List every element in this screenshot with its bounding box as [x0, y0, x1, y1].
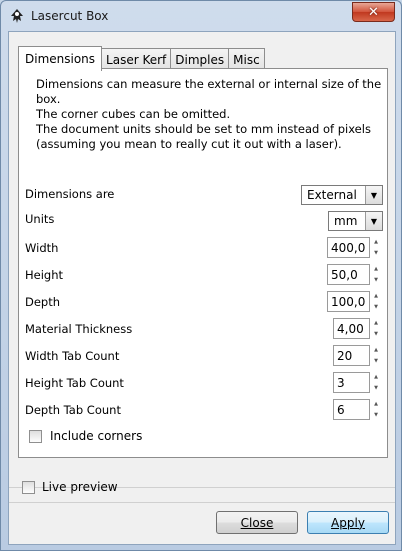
material-thickness-label: Material Thickness	[25, 322, 133, 336]
material-thickness-spin-buttons: ▲ ▼	[371, 318, 381, 339]
title-bar[interactable]: Lasercut Box ✕	[1, 1, 401, 31]
depth-input[interactable]: 100,0	[327, 291, 370, 312]
depth-spin-buttons: ▲ ▼	[371, 291, 381, 312]
dialog-client-area: Dimensions Laser Kerf Dimples Misc Dimen…	[8, 31, 396, 545]
description-line: The document units should be set to mm i…	[36, 122, 371, 136]
units-value: mm	[334, 214, 358, 228]
close-button-label: Close	[240, 515, 274, 530]
height-input[interactable]: 50,0	[327, 264, 370, 285]
dialog-window: Lasercut Box ✕ Dimensions Laser Kerf Dim…	[0, 0, 402, 551]
height-tab-count-spinbox: 3 ▲ ▼	[333, 372, 381, 393]
width-tab-count-spin-buttons: ▲ ▼	[371, 345, 381, 366]
close-window-button[interactable]: ✕	[352, 2, 395, 22]
dimensions-panel: Dimensions can measure the external or i…	[18, 68, 388, 458]
description-line: Dimensions can measure the external or i…	[36, 77, 382, 106]
tab-dimples[interactable]: Dimples	[170, 48, 230, 70]
close-button[interactable]: Close	[216, 511, 298, 534]
window-title: Lasercut Box	[31, 9, 109, 23]
width-tab-count-input[interactable]: 20	[333, 345, 370, 366]
apply-button[interactable]: Apply	[307, 511, 389, 534]
tab-dimensions[interactable]: Dimensions	[18, 46, 103, 71]
width-tab-count-label: Width Tab Count	[25, 349, 120, 363]
dropdown-arrow-icon: ▼	[365, 212, 382, 230]
spin-down-icon[interactable]: ▼	[371, 248, 381, 259]
width-input[interactable]: 400,0	[327, 237, 370, 258]
divider	[9, 502, 395, 503]
depth-tab-count-spinbox: 6 ▲ ▼	[333, 399, 381, 420]
description-line: The corner cubes can be omitted.	[36, 107, 231, 121]
spin-up-icon[interactable]: ▲	[371, 264, 381, 275]
spin-up-icon[interactable]: ▲	[371, 399, 381, 410]
width-spinbox: 400,0 ▲ ▼	[327, 237, 381, 258]
spin-down-icon[interactable]: ▼	[371, 302, 381, 313]
height-label: Height	[25, 268, 64, 282]
width-tab-count-spinbox: 20 ▲ ▼	[333, 345, 381, 366]
dimensions-are-value: External	[307, 188, 357, 202]
live-preview-label[interactable]: Live preview	[42, 480, 118, 494]
depth-spinbox: 100,0 ▲ ▼	[327, 291, 381, 312]
dimensions-are-select[interactable]: External ▼	[301, 185, 383, 205]
spin-up-icon[interactable]: ▲	[371, 291, 381, 302]
depth-tab-count-spin-buttons: ▲ ▼	[371, 399, 381, 420]
spin-down-icon[interactable]: ▼	[371, 275, 381, 286]
units-label: Units	[25, 212, 55, 226]
spin-down-icon[interactable]: ▼	[371, 329, 381, 340]
include-corners-label[interactable]: Include corners	[50, 429, 142, 443]
height-tab-count-input[interactable]: 3	[333, 372, 370, 393]
units-select[interactable]: mm ▼	[328, 211, 383, 231]
inkscape-icon	[11, 9, 23, 23]
include-corners-checkbox[interactable]	[29, 430, 42, 443]
depth-tab-count-input[interactable]: 6	[333, 399, 370, 420]
width-spin-buttons: ▲ ▼	[371, 237, 381, 258]
depth-label: Depth	[25, 295, 61, 309]
spin-up-icon[interactable]: ▲	[371, 345, 381, 356]
material-thickness-spinbox: 4,00 ▲ ▼	[333, 318, 381, 339]
spin-down-icon[interactable]: ▼	[371, 356, 381, 367]
dimensions-are-label: Dimensions are	[25, 187, 115, 201]
material-thickness-input[interactable]: 4,00	[333, 318, 370, 339]
tab-misc[interactable]: Misc	[228, 48, 265, 70]
close-icon: ✕	[368, 4, 379, 20]
width-label: Width	[25, 241, 59, 255]
spin-up-icon[interactable]: ▲	[371, 237, 381, 248]
dropdown-arrow-icon: ▼	[365, 186, 382, 204]
height-spin-buttons: ▲ ▼	[371, 264, 381, 285]
spin-down-icon[interactable]: ▼	[371, 383, 381, 394]
spin-up-icon[interactable]: ▲	[371, 372, 381, 383]
height-tab-count-label: Height Tab Count	[25, 376, 124, 390]
tab-laser-kerf[interactable]: Laser Kerf	[101, 48, 172, 70]
height-spinbox: 50,0 ▲ ▼	[327, 264, 381, 285]
apply-button-label: Apply	[331, 515, 365, 530]
spin-up-icon[interactable]: ▲	[371, 318, 381, 329]
live-preview-checkbox[interactable]	[22, 481, 35, 494]
depth-tab-count-label: Depth Tab Count	[25, 403, 121, 417]
description-line: (assuming you mean to really cut it out …	[36, 137, 342, 151]
tab-bar: Dimensions Laser Kerf Dimples Misc	[18, 46, 265, 71]
spin-down-icon[interactable]: ▼	[371, 410, 381, 421]
description: Dimensions can measure the external or i…	[36, 77, 386, 152]
height-tab-count-spin-buttons: ▲ ▼	[371, 372, 381, 393]
